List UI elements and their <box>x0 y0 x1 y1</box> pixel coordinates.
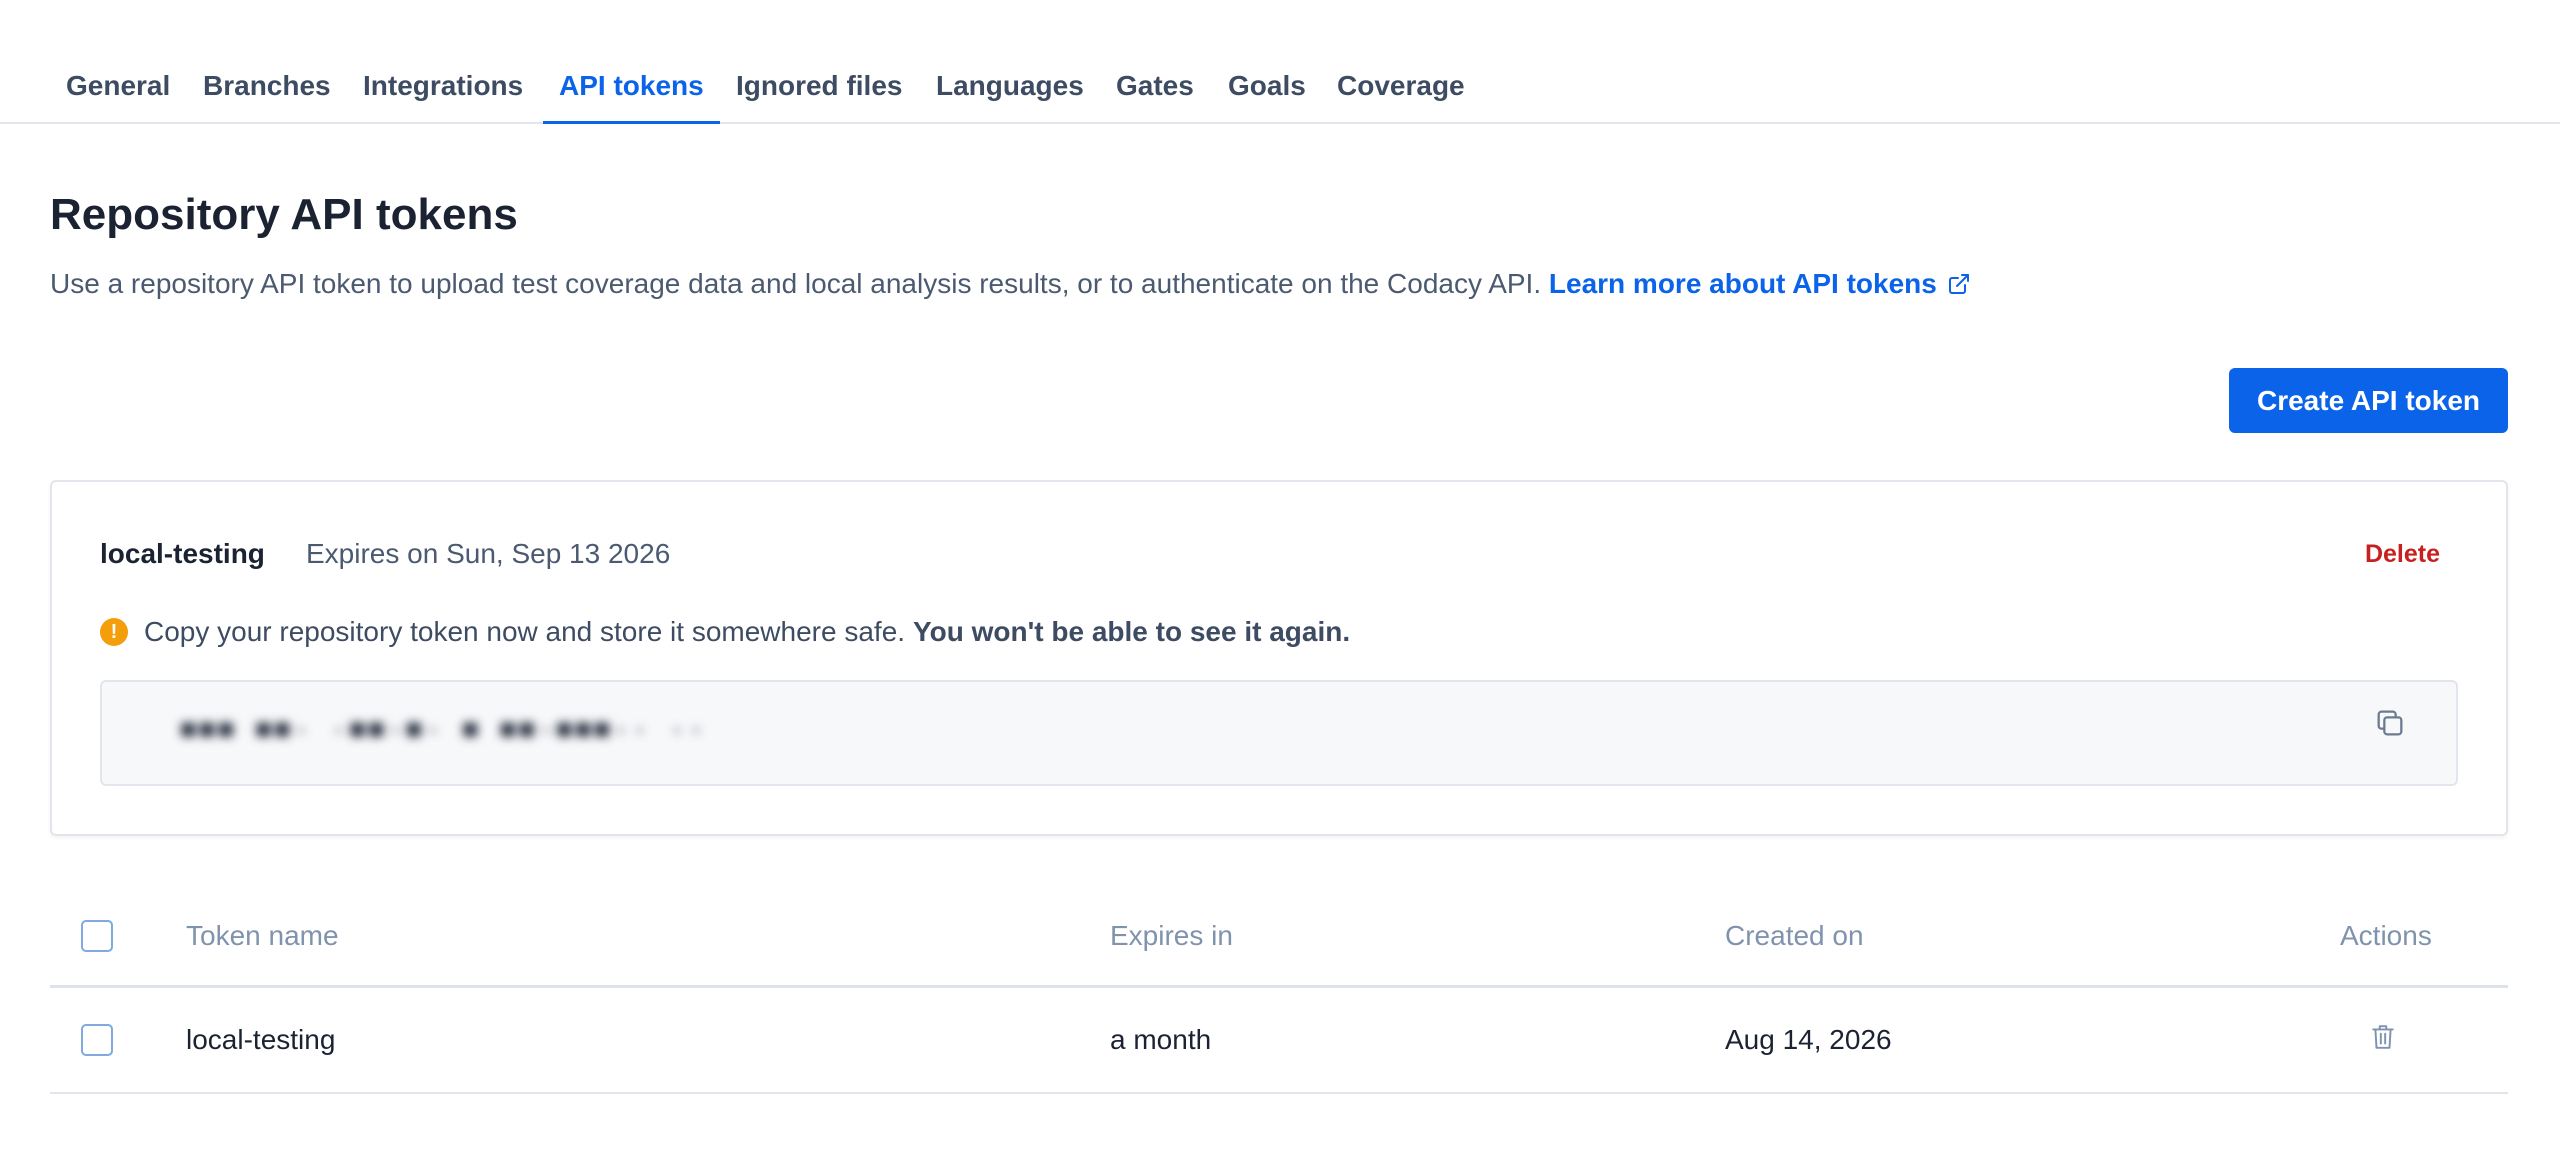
token-name: local-testing <box>100 538 265 569</box>
copy-token-button[interactable] <box>2370 704 2410 744</box>
page-description: Use a repository API token to upload tes… <box>50 268 1971 300</box>
tab-gates[interactable]: Gates <box>1100 64 1210 124</box>
column-token-name: Token name <box>186 920 339 951</box>
row-delete-button[interactable] <box>2366 1018 2400 1058</box>
row-created-on: Aug 14, 2026 <box>1725 1024 1892 1055</box>
external-link-icon <box>1948 274 1969 294</box>
warning-icon: ! <box>100 618 128 646</box>
select-all-checkbox[interactable] <box>81 920 113 952</box>
column-created-on: Created on <box>1725 920 1864 951</box>
row-checkbox[interactable] <box>81 1024 113 1056</box>
tab-ignored-files[interactable]: Ignored files <box>720 64 918 124</box>
trash-icon <box>2372 1024 2394 1049</box>
tab-general[interactable]: General <box>50 64 186 124</box>
learn-more-label: Learn more about API tokens <box>1548 268 1937 299</box>
learn-more-link[interactable]: Learn more about API tokens <box>1549 268 1971 299</box>
delete-token-button[interactable]: Delete <box>2365 540 2440 569</box>
tab-goals[interactable]: Goals <box>1212 64 1322 124</box>
warning-emphasis: You won't be able to see it again. <box>913 616 1351 647</box>
copy-warning: ! Copy your repository token now and sto… <box>100 612 1350 652</box>
token-value[interactable]: ■■■ ■■· ·■■·■· ■ ■■·■■■·· ·· <box>180 716 706 747</box>
tab-integrations[interactable]: Integrations <box>347 64 539 124</box>
tab-coverage[interactable]: Coverage <box>1321 64 1481 124</box>
warning-text: Copy your repository token now and store… <box>144 616 906 647</box>
tab-api-tokens[interactable]: API tokens <box>543 64 720 124</box>
new-token-card: local-testing Expires on Sun, Sep 13 202… <box>50 480 2508 836</box>
token-value-box: ■■■ ■■· ·■■·■· ■ ■■·■■■·· ·· <box>100 680 2458 786</box>
column-actions: Actions <box>2340 920 2432 951</box>
tab-branches[interactable]: Branches <box>187 64 347 124</box>
table-header: Token name Expires in Created on Actions <box>50 900 2508 988</box>
create-api-token-button[interactable]: Create API token <box>2229 368 2508 433</box>
token-expiry: Expires on Sun, Sep 13 2026 <box>306 538 671 569</box>
column-expires-in: Expires in <box>1110 920 1233 951</box>
copy-icon <box>2377 710 2403 735</box>
table-row: local-testing a month Aug 14, 2026 <box>50 988 2508 1094</box>
description-text: Use a repository API token to upload tes… <box>50 268 1542 299</box>
page-title: Repository API tokens <box>50 190 518 239</box>
tab-languages[interactable]: Languages <box>920 64 1100 124</box>
row-token-name: local-testing <box>186 1024 336 1055</box>
settings-tabs: General Branches Integrations API tokens… <box>0 0 2560 124</box>
row-expires-in: a month <box>1110 1024 1212 1055</box>
